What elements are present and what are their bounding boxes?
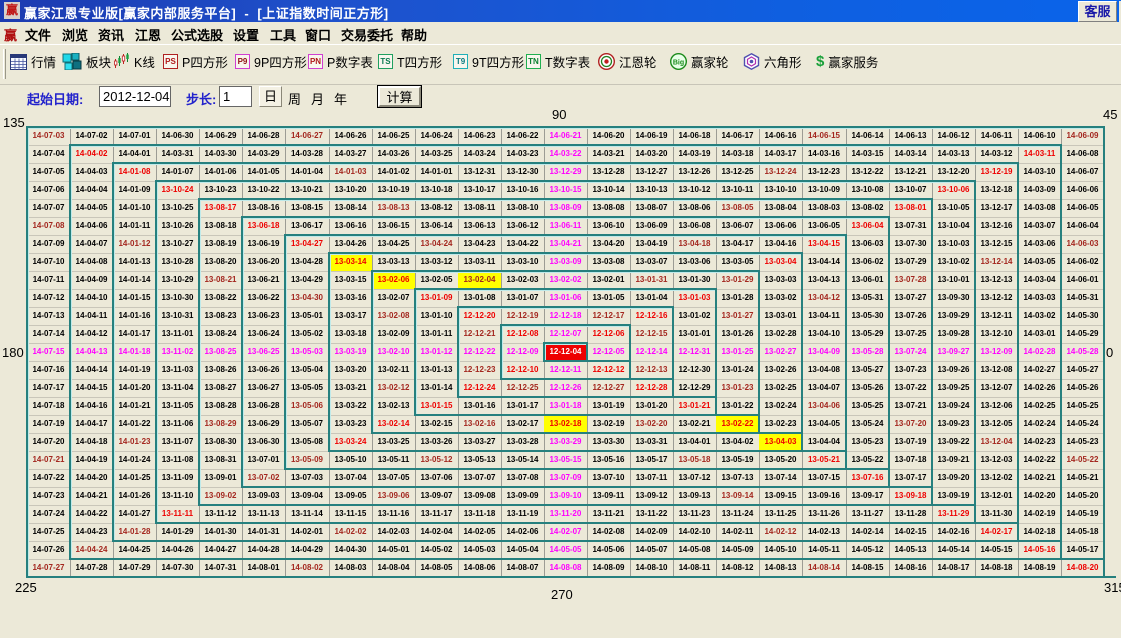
svg-text:Big: Big — [673, 60, 684, 67]
